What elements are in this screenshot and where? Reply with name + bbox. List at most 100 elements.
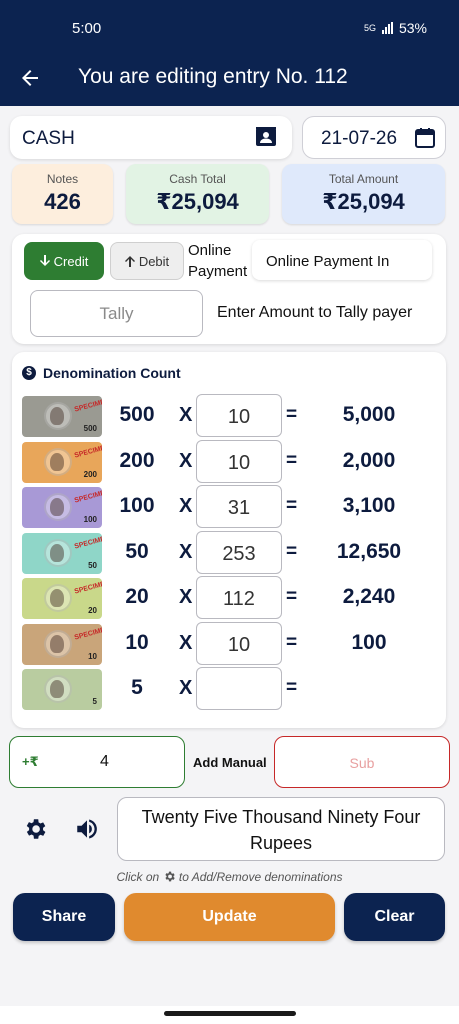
- cash-total-value: ₹25,094: [156, 189, 239, 214]
- note-value: 10: [88, 652, 97, 661]
- account-selector[interactable]: CASH: [10, 116, 292, 159]
- equals-sign: =: [286, 586, 298, 607]
- account-name: CASH: [22, 128, 75, 149]
- entry-date: 21-07-26: [321, 128, 398, 149]
- note-10-image: SPECIMEN 10: [22, 624, 102, 665]
- online-payment-label: Online Payment: [188, 242, 248, 280]
- note-500-image: SPECIMEN 500: [22, 396, 102, 437]
- signal-icon: [381, 22, 393, 34]
- clear-button[interactable]: Clear: [344, 893, 445, 941]
- multiply-sign: X: [179, 404, 193, 426]
- total-amount-label: Total Amount: [328, 172, 399, 186]
- denomination-row: SPECIMEN 20 20 X 112 = 2,240: [12, 576, 446, 620]
- quantity-input[interactable]: 10: [196, 440, 282, 483]
- back-arrow-icon[interactable]: [18, 66, 42, 90]
- status-time: 5:00: [72, 20, 102, 37]
- denomination-row: 5 5 X =: [12, 667, 446, 711]
- dollar-circle-icon: $: [22, 366, 36, 380]
- multiply-sign: X: [179, 632, 193, 654]
- arrow-up-icon: [124, 256, 135, 267]
- hint-text-start: Click on: [116, 870, 160, 884]
- credit-label: Credit: [53, 253, 89, 269]
- denomination-title: Denomination Count: [43, 365, 181, 381]
- credit-button[interactable]: Credit: [24, 242, 104, 280]
- multiply-sign: X: [179, 450, 193, 472]
- date-picker[interactable]: 21-07-26: [302, 116, 446, 159]
- quantity-input[interactable]: 253: [196, 531, 282, 574]
- contact-book-icon[interactable]: [254, 125, 278, 149]
- note-5-image: 5: [22, 669, 102, 710]
- denomination-card: $ Denomination Count SPECIMEN 500 500 X 1…: [12, 352, 446, 728]
- debit-label: Debit: [138, 253, 170, 269]
- denomination-row: SPECIMEN 200 200 X 10 = 2,000: [12, 440, 446, 484]
- note-100-image: SPECIMEN 100: [22, 487, 102, 528]
- settings-hint: Click on to Add/Remove denominations: [0, 870, 459, 884]
- total-amount-value: ₹25,094: [322, 189, 405, 214]
- row-total: 2,000: [342, 449, 396, 472]
- home-indicator[interactable]: [164, 1011, 296, 1016]
- app-bar: You are editing entry No. 112: [0, 56, 459, 106]
- online-payment-select[interactable]: Online Payment In: [252, 240, 432, 280]
- note-value: 500: [83, 424, 97, 433]
- battery-level: 53%: [398, 20, 427, 36]
- row-total: 100: [351, 631, 387, 654]
- note-value: 100: [83, 515, 97, 524]
- note-value: 5: [92, 697, 97, 706]
- total-amount-stat: Total Amount ₹25,094: [282, 164, 445, 224]
- gesture-nav-bar: [0, 1006, 459, 1024]
- page-title: You are editing entry No. 112: [78, 65, 348, 88]
- multiply-sign: X: [179, 586, 193, 608]
- multiply-sign: X: [179, 677, 193, 699]
- note-value: 200: [83, 470, 97, 479]
- amount-in-words: Twenty Five Thousand Ninety Four Rupees: [117, 797, 445, 861]
- denomination-value: 500: [119, 403, 155, 426]
- note-20-image: SPECIMEN 20: [22, 578, 102, 619]
- update-button[interactable]: Update: [124, 893, 335, 941]
- status-icons: 5G 53%: [364, 20, 427, 36]
- notes-stat-value: 426: [44, 189, 81, 214]
- payment-mode-card: Credit Debit Online Payment Online Payme…: [12, 234, 446, 344]
- denomination-header: $ Denomination Count: [22, 365, 181, 381]
- row-total: 5,000: [342, 403, 396, 426]
- equals-sign: =: [286, 677, 298, 698]
- denomination-value: 100: [119, 494, 155, 517]
- denomination-value: 5: [131, 676, 143, 699]
- calendar-icon[interactable]: [413, 126, 437, 150]
- quantity-input[interactable]: 112: [196, 576, 282, 619]
- manual-amount-value: 4: [100, 753, 109, 770]
- speaker-icon[interactable]: [74, 816, 100, 842]
- cash-total-label: Cash Total: [169, 172, 226, 186]
- sub-button[interactable]: Sub: [274, 736, 450, 788]
- denomination-value: 200: [119, 449, 155, 472]
- main-content: CASH 21-07-26 Notes 426 Cash Total ₹25,0…: [0, 106, 459, 1024]
- note-value: 20: [88, 606, 97, 615]
- quantity-input[interactable]: 10: [196, 394, 282, 437]
- share-button[interactable]: Share: [13, 893, 115, 941]
- notes-stat: Notes 426: [12, 164, 113, 224]
- quantity-input[interactable]: 31: [196, 485, 282, 528]
- quantity-input[interactable]: [196, 667, 282, 710]
- equals-sign: =: [286, 495, 298, 516]
- row-total: 3,100: [342, 494, 396, 517]
- tally-input[interactable]: Tally: [30, 290, 203, 337]
- note-value: 50: [88, 561, 97, 570]
- manual-amount-input[interactable]: +₹ 4: [9, 736, 185, 788]
- note-200-image: SPECIMEN 200: [22, 442, 102, 483]
- denomination-row: SPECIMEN 50 50 X 253 = 12,650: [12, 531, 446, 575]
- multiply-sign: X: [179, 541, 193, 563]
- equals-sign: =: [286, 632, 298, 653]
- denomination-row: SPECIMEN 500 500 X 10 = 5,000: [12, 394, 446, 438]
- quantity-input[interactable]: 10: [196, 622, 282, 665]
- equals-sign: =: [286, 450, 298, 471]
- rupee-prefix: +₹: [22, 754, 39, 769]
- denomination-value: 10: [125, 631, 149, 654]
- debit-button[interactable]: Debit: [110, 242, 184, 280]
- row-total: 2,240: [342, 585, 396, 608]
- denomination-value: 20: [125, 585, 149, 608]
- arrow-down-icon: [39, 255, 50, 266]
- cash-total-stat: Cash Total ₹25,094: [126, 164, 269, 224]
- multiply-sign: X: [179, 495, 193, 517]
- gear-icon[interactable]: [22, 816, 48, 842]
- row-total: 12,650: [336, 540, 402, 563]
- add-manual-button[interactable]: Add Manual: [193, 755, 267, 770]
